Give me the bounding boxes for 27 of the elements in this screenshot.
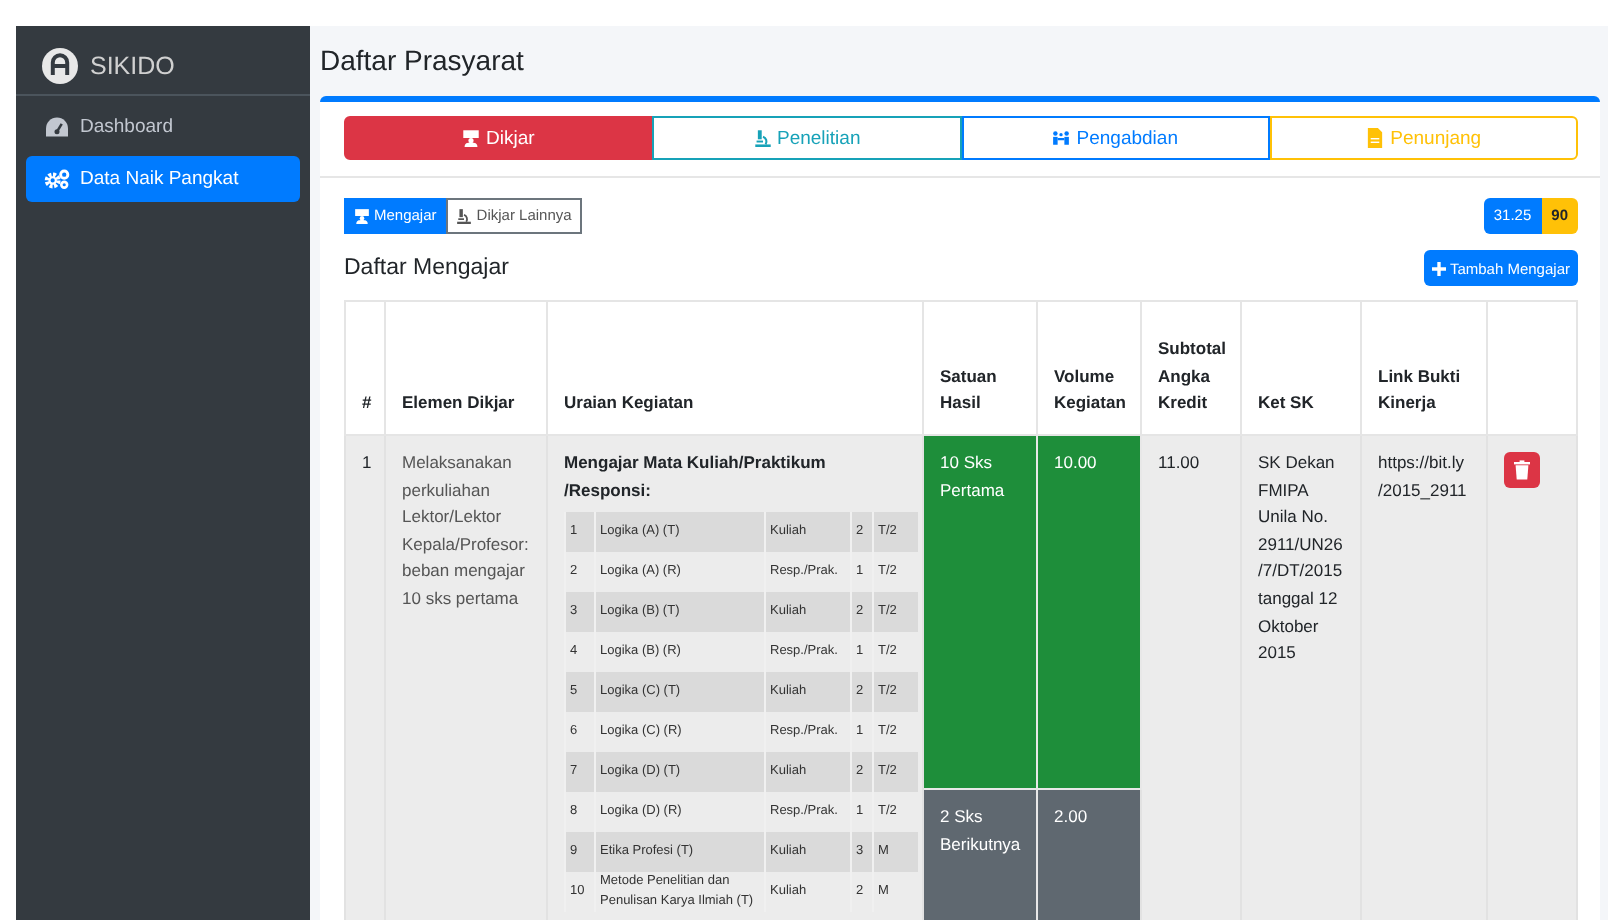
sidebar-item[interactable]: Dashboard (26, 104, 300, 150)
document-icon (1366, 128, 1385, 148)
table-cell-text: Mengajar Mata Kuliah/Praktikum /Responsi: (564, 450, 828, 504)
gauge-icon (44, 116, 70, 138)
gears-icon (44, 168, 70, 190)
tab[interactable]: Pengabdian (961, 116, 1270, 160)
section-title: Daftar Mengajar (344, 256, 509, 280)
teacher-icon (354, 207, 370, 223)
microscope-icon (753, 128, 771, 148)
trash-icon (1514, 460, 1530, 480)
people-icon (1052, 128, 1071, 148)
page-title: Daftar Prasyarat (320, 42, 526, 80)
logo-icon (42, 48, 78, 84)
table-cell: Melaksanakan perkuliahan Lektor/Lektor Kepala/Profesor: beban mengajar 10 sks pertama (402, 452, 529, 608)
column-header: # (345, 301, 385, 435)
table-cell: 11.00 (1158, 452, 1200, 472)
table-cell: 1 (362, 452, 372, 472)
table-cell: SK Dekan FMIPA Unila No. 2911/UN26 /7/DT/2015 tanggal 12 Oktober 2015 (1258, 452, 1343, 663)
plus-icon (1431, 261, 1446, 275)
tab[interactable]: Penelitian (652, 116, 961, 160)
microscope-icon (456, 207, 473, 223)
teacher-icon (461, 128, 480, 148)
app-name: SIKIDO (90, 52, 175, 80)
table-cell: https://bit.ly /2015_2911 (1378, 452, 1467, 500)
sidebar-item[interactable]: Data Naik Pangkat (26, 156, 300, 202)
tab[interactable]: Dikjar (344, 116, 653, 160)
delete-button[interactable] (1504, 452, 1540, 488)
